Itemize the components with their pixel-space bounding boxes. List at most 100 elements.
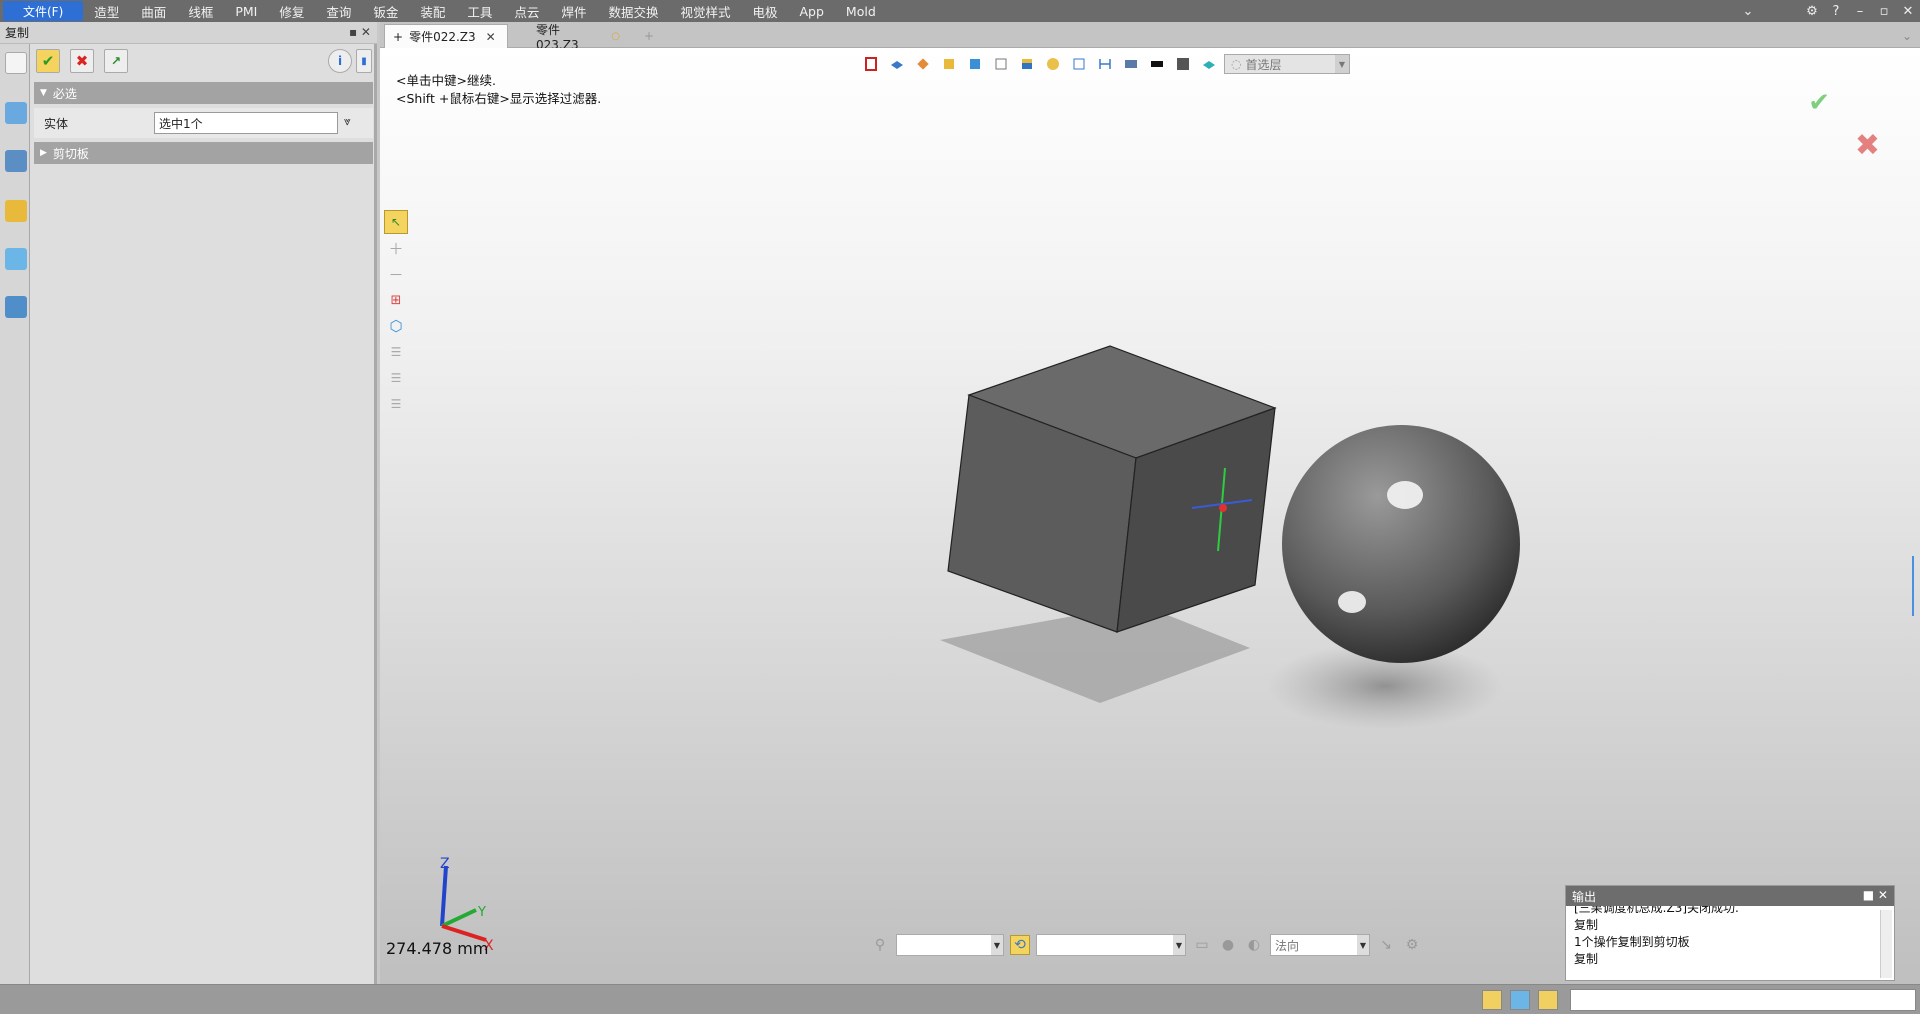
pin-icon: +	[393, 29, 404, 44]
chevron-down-icon: ▼	[1173, 935, 1185, 955]
left-icon-strip	[0, 22, 30, 984]
output-scrollbar[interactable]	[1880, 910, 1892, 978]
assembly-tree-icon[interactable]	[5, 150, 27, 172]
sphere	[1282, 425, 1520, 663]
menu-bar: 文件(F) 造型 曲面 线框 PMI 修复 查询 钣金 装配 工具 点云 焊件 …	[0, 0, 1920, 22]
direction-select[interactable]: 法向 ▼	[1270, 934, 1370, 956]
sphere-highlight-2	[1338, 591, 1366, 613]
section-required[interactable]: ▼ 必选	[34, 82, 373, 104]
command-input[interactable]	[1570, 989, 1916, 1011]
help-icon[interactable]: ?	[1824, 4, 1848, 19]
menu-item-data-exchange[interactable]: 数据交换	[597, 0, 669, 22]
entity-selection-field[interactable]: 选中1个	[154, 112, 338, 134]
tab-part-022[interactable]: + 零件022.Z3 ✕	[384, 24, 508, 48]
axis-x	[441, 924, 487, 942]
filter-option-icon-1[interactable]: ▭	[1192, 935, 1212, 955]
chevron-down-icon[interactable]: ⌄	[1736, 4, 1760, 19]
output-window-controls[interactable]: ■ ✕	[1863, 888, 1888, 902]
section-clipboard-label: 剪切板	[52, 146, 89, 161]
collapsed-triangle-icon: ▶	[40, 148, 47, 158]
section-clipboard[interactable]: ▶ 剪切板	[34, 142, 373, 164]
scene: Z Y X	[440, 345, 1520, 954]
panel-title-bar: 复制 ▪ ✕	[0, 22, 377, 44]
status-panel-icon[interactable]	[1482, 990, 1502, 1010]
axis-z	[440, 865, 448, 927]
axis-y	[441, 908, 477, 928]
tab-part-023[interactable]: 零件023.Z3 ○	[528, 23, 628, 52]
document-icon[interactable]	[5, 52, 27, 74]
output-line: 1个操作复制到剪切板	[1574, 935, 1690, 949]
part-cube-icon[interactable]	[5, 200, 27, 222]
document-tabs: + 零件022.Z3 ✕ 零件023.Z3 ○ + ⌄	[380, 22, 1920, 52]
menu-item-wireframe[interactable]: 线框	[177, 0, 224, 22]
cancel-button[interactable]: ✖	[70, 49, 94, 73]
filter-option-icon-3[interactable]: ◐	[1244, 935, 1264, 955]
output-title: 输出	[1572, 889, 1597, 904]
filter-option-icon-2[interactable]: ●	[1218, 935, 1238, 955]
menu-item-app[interactable]: App	[789, 0, 835, 22]
panel-window-controls[interactable]: ▪ ✕	[349, 25, 371, 39]
settings-icon[interactable]: ⚙	[1402, 935, 1422, 955]
close-icon[interactable]: ✕	[1896, 4, 1920, 19]
entity-row: 实体 选中1个 ⩔	[34, 108, 373, 138]
filter-entity-select[interactable]: ▼	[1036, 934, 1186, 956]
panel-title: 复制	[5, 26, 30, 40]
chevron-down-icon: ▼	[991, 935, 1003, 955]
axis-z-label: Z	[440, 856, 450, 872]
triad-origin	[1219, 504, 1227, 512]
view-slider[interactable]	[1912, 556, 1920, 616]
menu-item-pointcloud[interactable]: 点云	[503, 0, 550, 22]
double-chevron-down-icon[interactable]: ⩔	[344, 114, 351, 129]
expanded-triangle-icon: ▼	[40, 88, 47, 98]
user-icon[interactable]	[5, 296, 27, 318]
status-bar	[0, 984, 1920, 1014]
output-line: 复制	[1574, 918, 1599, 932]
filter-icon[interactable]: ⚲	[870, 935, 890, 955]
status-layer-icon[interactable]	[1510, 990, 1530, 1010]
chevron-down-icon: ▼	[1357, 935, 1369, 955]
menu-item-assembly[interactable]: 装配	[409, 0, 456, 22]
menu-item-modeling[interactable]: 造型	[83, 0, 130, 22]
3d-viewport[interactable]: <单击中键>继续. <Shift +鼠标右键>显示选择过滤器. ◌ 首选层 ▼ …	[380, 48, 1920, 984]
axis-y-label: Y	[477, 905, 486, 920]
history-tree-icon[interactable]	[5, 102, 27, 124]
pointer-icon[interactable]: ↘	[1376, 935, 1396, 955]
menu-item-pmi[interactable]: PMI	[224, 0, 268, 22]
info-icon[interactable]: i	[328, 49, 352, 73]
menu-item-visual-style[interactable]: 视觉样式	[669, 0, 741, 22]
menu-item-weldment[interactable]: 焊件	[550, 0, 597, 22]
menu-item-repair[interactable]: 修复	[268, 0, 315, 22]
output-line: [三果调度机总成.Z3]关闭成功.	[1574, 906, 1739, 915]
new-tab-button[interactable]: +	[636, 24, 662, 48]
menu-item-electrode[interactable]: 电极	[741, 0, 788, 22]
status-list-icon[interactable]	[1538, 990, 1558, 1010]
gear-icon[interactable]: ⚙	[1800, 4, 1824, 19]
tab-marker-icon: ○	[611, 30, 620, 42]
minimize-icon[interactable]: –	[1848, 4, 1872, 19]
selection-filter-bar: ⚲ ▼ ⟲ ▼ ▭ ● ◐ 法向 ▼ ↘ ⚙	[870, 934, 1422, 956]
menu-item-inquire[interactable]: 查询	[315, 0, 362, 22]
tab-list-icon[interactable]: ⌄	[1894, 24, 1920, 48]
apply-button[interactable]: ↗	[104, 49, 128, 73]
measure-readout: 274.478 mm	[386, 939, 489, 958]
menu-item-sheetmetal[interactable]: 钣金	[362, 0, 409, 22]
menu-item-tools[interactable]: 工具	[456, 0, 503, 22]
ok-button[interactable]: ✔	[36, 49, 60, 73]
command-panel: 复制 ▪ ✕ ✔ ✖ ↗ i ▮ ▼ 必选 实体 选中1个 ⩔ ▶ 剪切板	[0, 22, 377, 984]
close-tab-icon[interactable]: ✕	[486, 30, 496, 44]
panel-toolbar: ✔ ✖ ↗ i ▮	[30, 46, 377, 76]
tab-label: 零件023.Z3	[536, 22, 579, 52]
restore-icon[interactable]: ▫	[1872, 4, 1896, 19]
menu-item-mold[interactable]: Mold	[835, 0, 887, 22]
entity-label: 实体	[44, 116, 69, 131]
file-menu[interactable]: 文件(F)	[3, 1, 84, 21]
output-header: 输出 ■ ✕	[1566, 886, 1894, 906]
image-view-icon[interactable]	[5, 248, 27, 270]
filter-type-select[interactable]: ▼	[896, 934, 1004, 956]
menu-item-surface[interactable]: 曲面	[130, 0, 177, 22]
tab-label: 零件022.Z3	[409, 30, 476, 44]
snap-icon[interactable]: ⟲	[1010, 935, 1030, 955]
output-panel: 输出 ■ ✕ [三果调度机总成.Z3]关闭成功. 复制 1个操作复制到剪切板 复…	[1565, 885, 1895, 981]
direction-select-value: 法向	[1275, 938, 1300, 953]
bookmark-icon[interactable]: ▮	[356, 49, 372, 73]
